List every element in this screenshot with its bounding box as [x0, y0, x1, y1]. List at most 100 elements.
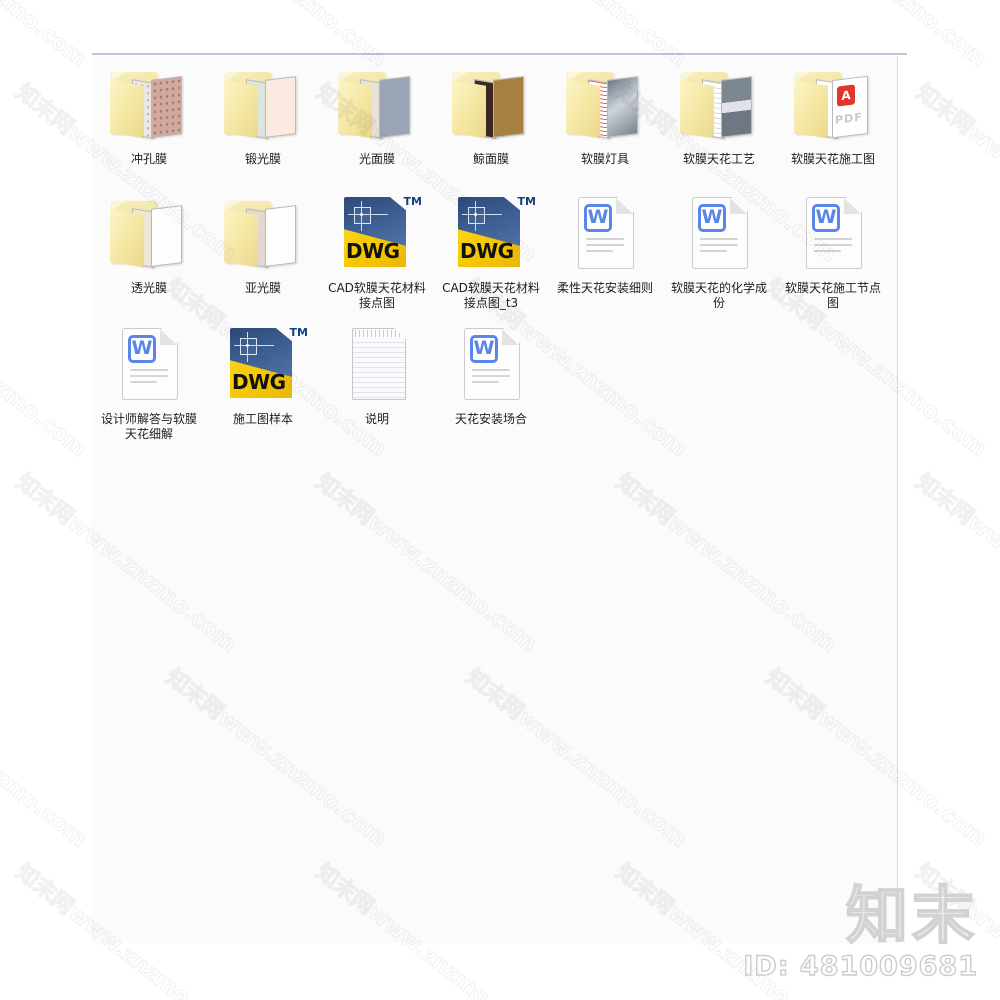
- file-item[interactable]: W 软膜天花的化学成份: [662, 191, 776, 311]
- file-icon-art[interactable]: [560, 62, 650, 150]
- file-icon-art[interactable]: W: [560, 191, 650, 279]
- word-w-glyph: W: [131, 337, 153, 359]
- file-item-label: 光面膜: [358, 152, 395, 166]
- file-item[interactable]: 软膜天花工艺: [662, 62, 776, 167]
- dwg-page-body: DWG: [458, 197, 520, 267]
- folder-sheet-right: [493, 76, 524, 138]
- file-icon-art[interactable]: A PDF: [788, 62, 878, 150]
- folder-icon: [110, 68, 190, 142]
- file-icon-art[interactable]: DWG TM: [332, 191, 422, 279]
- watermark-text: 知末网www.znzmo.com: [910, 79, 1000, 268]
- watermark-text: 知末网www.znzmo.com: [0, 664, 92, 853]
- notepad-perforation: [355, 330, 405, 337]
- folder-front-panel: [224, 209, 258, 267]
- cad-dot: [246, 344, 249, 347]
- word-document-icon: W: [122, 328, 178, 400]
- file-item-label: 设计师解答与软膜天花细解: [100, 412, 197, 441]
- word-w-badge-icon: W: [470, 335, 498, 363]
- brand-id-text: ID: 481009681: [743, 950, 978, 982]
- file-item-label: 软膜天花的化学成份: [670, 281, 767, 310]
- page-fold-corner: [502, 329, 519, 345]
- file-item[interactable]: DWG TM CAD软膜天花材料接点图: [320, 191, 434, 311]
- word-document-icon: W: [578, 197, 634, 269]
- folder-sheet-right: [151, 76, 182, 138]
- file-item-label: 透光膜: [130, 281, 167, 295]
- file-icon-art[interactable]: [446, 62, 536, 150]
- file-item-label: 锻光膜: [244, 152, 281, 166]
- file-item-label: 施工图样本: [232, 412, 293, 426]
- cad-crosshair-icon: [348, 201, 388, 231]
- file-icon-art[interactable]: [674, 62, 764, 150]
- word-w-glyph: W: [473, 337, 495, 359]
- file-icon-art[interactable]: DWG TM: [218, 322, 308, 410]
- page-fold-corner: [160, 329, 177, 345]
- file-item[interactable]: 光面膜: [320, 62, 434, 167]
- trademark-text: TM: [517, 195, 536, 208]
- file-item-label: 亚光膜: [244, 281, 281, 295]
- file-item[interactable]: 鲸面膜: [434, 62, 548, 167]
- watermark-text: 知末网www.znzmo.com: [910, 469, 1000, 658]
- file-item-label: 软膜灯具: [580, 152, 629, 166]
- word-w-glyph: W: [587, 206, 609, 228]
- pdf-preview-sheet: A PDF: [833, 76, 867, 138]
- word-document-icon: W: [806, 197, 862, 269]
- file-icon-art[interactable]: DWG TM: [446, 191, 536, 279]
- panel-top-divider: [92, 53, 907, 55]
- file-icon-art[interactable]: W: [674, 191, 764, 279]
- word-w-badge-icon: W: [584, 204, 612, 232]
- file-item[interactable]: 软膜灯具: [548, 62, 662, 167]
- word-w-badge-icon: W: [812, 204, 840, 232]
- word-w-glyph: W: [701, 206, 723, 228]
- folder-sheet-right: [151, 205, 182, 267]
- file-icon-art[interactable]: [104, 191, 194, 279]
- pdf-label-text: PDF: [835, 110, 863, 127]
- file-item[interactable]: W 软膜天花施工节点图: [776, 191, 890, 311]
- document-text-lines: [472, 369, 510, 387]
- file-icon-art[interactable]: W: [104, 322, 194, 410]
- file-icon-art[interactable]: [332, 322, 422, 410]
- dwg-label-text: DWG: [346, 239, 400, 263]
- folder-front-panel: [794, 80, 828, 138]
- file-item-label: 天花安装场合: [454, 412, 527, 426]
- file-icon-art[interactable]: W: [446, 322, 536, 410]
- folder-icon: [224, 68, 304, 142]
- file-item[interactable]: A PDF 软膜天花施工图: [776, 62, 890, 167]
- watermark-text: 知末网www.znzmo.com: [910, 859, 1000, 1000]
- document-text-lines: [700, 238, 738, 256]
- file-item[interactable]: DWG TM CAD软膜天花材料接点图_t3: [434, 191, 548, 311]
- dwg-label-text: DWG: [232, 370, 286, 394]
- file-item[interactable]: 锻光膜: [206, 62, 320, 167]
- dwg-page-body: DWG: [230, 328, 292, 398]
- word-document-icon: W: [464, 328, 520, 400]
- folder-icon: [452, 68, 532, 142]
- file-item[interactable]: W 设计师解答与软膜天花细解: [92, 322, 206, 442]
- cad-crosshair-icon: [462, 201, 502, 231]
- file-item[interactable]: 透光膜: [92, 191, 206, 311]
- trademark-text: TM: [403, 195, 422, 208]
- file-item[interactable]: 冲孔膜: [92, 62, 206, 167]
- dwg-file-icon: DWG TM: [458, 195, 536, 269]
- folder-sheet-right: [379, 76, 410, 138]
- file-item-label: 冲孔膜: [130, 152, 167, 166]
- file-icon-art[interactable]: [218, 62, 308, 150]
- file-item[interactable]: W 天花安装场合: [434, 322, 548, 442]
- document-text-lines: [586, 238, 624, 256]
- folder-sheet-right: [265, 76, 296, 138]
- folder-front-panel: [680, 80, 714, 138]
- page-fold-corner: [730, 198, 747, 214]
- file-icon-art[interactable]: [218, 191, 308, 279]
- file-browser-panel: 冲孔膜 锻光膜 光面膜 鲸面膜 软膜灯具 软膜天花工艺 A PDF 软膜天花施工图透光膜 亚光膜 D…: [92, 56, 898, 943]
- file-icon-art[interactable]: [104, 62, 194, 150]
- file-item[interactable]: 亚光膜: [206, 191, 320, 311]
- folder-icon: [110, 197, 190, 271]
- file-item-label: CAD软膜天花材料接点图: [328, 281, 426, 310]
- file-icon-art[interactable]: W: [788, 191, 878, 279]
- file-item[interactable]: W 柔性天花安装细则: [548, 191, 662, 311]
- text-file-icon: [352, 328, 406, 400]
- folder-sheet-right: [721, 76, 752, 138]
- folder-front-panel: [338, 80, 372, 138]
- file-icon-art[interactable]: [332, 62, 422, 150]
- file-item[interactable]: 说明: [320, 322, 434, 442]
- file-item[interactable]: DWG TM 施工图样本: [206, 322, 320, 442]
- folder-front-panel: [110, 80, 144, 138]
